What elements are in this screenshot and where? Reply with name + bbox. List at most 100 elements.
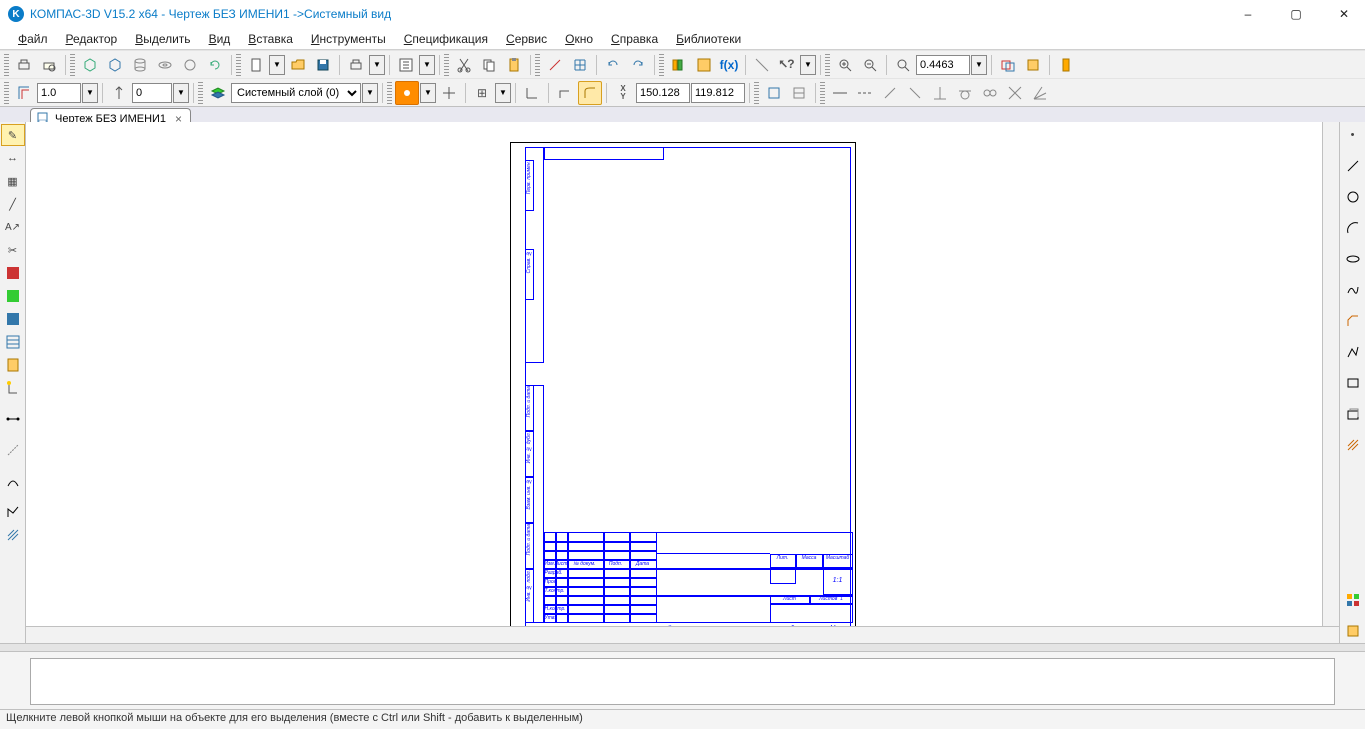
menu-insert[interactable]: Вставка (240, 30, 301, 48)
fx-button[interactable]: f(x) (717, 53, 741, 77)
menu-service[interactable]: Сервис (498, 30, 555, 48)
cut-button[interactable] (452, 53, 476, 77)
arc-icon[interactable] (1341, 217, 1365, 239)
segment-icon[interactable] (1341, 155, 1365, 177)
step-lock-button[interactable] (107, 81, 131, 105)
properties-button[interactable] (394, 53, 418, 77)
tangent3-button[interactable] (1003, 81, 1027, 105)
multiline-tool[interactable] (1, 501, 25, 523)
grid-toggle-button[interactable] (568, 53, 592, 77)
save-button[interactable] (311, 53, 335, 77)
grip[interactable] (236, 54, 241, 76)
layer-icon-button[interactable] (206, 81, 230, 105)
grip[interactable] (387, 82, 392, 104)
line-style4-button[interactable] (903, 81, 927, 105)
grid-button[interactable]: ⊞ (470, 81, 494, 105)
report-tool[interactable] (1, 354, 25, 376)
coord-y-input[interactable] (691, 83, 745, 103)
scale-input[interactable] (37, 83, 81, 103)
menu-file[interactable]: Файл (10, 30, 56, 48)
insert-tool[interactable] (1, 377, 25, 399)
line-style2-button[interactable] (853, 81, 877, 105)
canvas[interactable]: Перв. примен. Справ. № Подп. и дата Инв.… (26, 122, 1339, 643)
circle-icon[interactable] (1341, 186, 1365, 208)
zoom-out-button[interactable] (858, 53, 882, 77)
paste-button[interactable] (502, 53, 526, 77)
print-button[interactable] (12, 53, 36, 77)
print-dropdown[interactable]: ▼ (369, 55, 385, 75)
help-dropdown[interactable]: ▼ (800, 55, 816, 75)
axis-button[interactable] (437, 81, 461, 105)
view-button[interactable] (762, 81, 786, 105)
spec-tool[interactable] (1, 331, 25, 353)
open-button[interactable] (286, 53, 310, 77)
grip[interactable] (535, 54, 540, 76)
more-tools-icon[interactable] (1341, 589, 1365, 611)
cylinder-button[interactable] (128, 53, 152, 77)
help-pointer-button[interactable]: ⭦? (775, 53, 799, 77)
close-button[interactable]: ✕ (1331, 3, 1357, 25)
origin-button[interactable] (520, 81, 544, 105)
measure-button[interactable] (750, 53, 774, 77)
zoom-in-button[interactable] (833, 53, 857, 77)
grip[interactable] (444, 54, 449, 76)
expand-icon[interactable] (1341, 620, 1365, 642)
menu-editor[interactable]: Редактор (58, 30, 126, 48)
new-button[interactable] (244, 53, 268, 77)
dimension-tool[interactable]: ↔ (1, 147, 25, 169)
refresh-button[interactable] (203, 53, 227, 77)
ortho-button[interactable] (553, 81, 577, 105)
scrollbar-vertical[interactable] (1322, 122, 1339, 626)
grip[interactable] (4, 54, 9, 76)
zoom-all-button[interactable] (1021, 53, 1045, 77)
spline-icon[interactable] (1341, 279, 1365, 301)
print2-button[interactable] (344, 53, 368, 77)
tangent2-button[interactable] (978, 81, 1002, 105)
hatch2-icon[interactable] (1341, 434, 1365, 456)
zoom-dropdown[interactable]: ▼ (971, 55, 987, 75)
copy-button[interactable] (477, 53, 501, 77)
perp-button[interactable] (928, 81, 952, 105)
menu-spec[interactable]: Спецификация (396, 30, 496, 48)
grip[interactable] (659, 54, 664, 76)
menu-window[interactable]: Окно (557, 30, 601, 48)
point-tool[interactable]: ✎ (1, 124, 25, 146)
polyline-icon[interactable] (1341, 341, 1365, 363)
line-tool[interactable] (1, 408, 25, 430)
box3d-button[interactable] (78, 53, 102, 77)
line-style1-button[interactable] (828, 81, 852, 105)
edit-tool[interactable]: ✂ (1, 239, 25, 261)
maximize-button[interactable]: ▢ (1283, 3, 1309, 25)
aux-line-tool[interactable] (1, 439, 25, 461)
point-icon[interactable]: • (1341, 124, 1365, 146)
sphere-button[interactable] (178, 53, 202, 77)
command-input[interactable] (30, 658, 1335, 705)
aux-tool[interactable]: ╱ (1, 193, 25, 215)
properties-dropdown[interactable]: ▼ (419, 55, 435, 75)
variables-button[interactable] (692, 53, 716, 77)
step-dropdown[interactable]: ▼ (173, 83, 189, 103)
redo-button[interactable] (626, 53, 650, 77)
pan-button[interactable] (1054, 53, 1078, 77)
scale-dropdown[interactable]: ▼ (82, 83, 98, 103)
ellipse-icon[interactable] (1341, 248, 1365, 270)
arc-tool[interactable] (1, 470, 25, 492)
hatch-tool[interactable]: ▦ (1, 170, 25, 192)
rect-icon[interactable] (1341, 372, 1365, 394)
xy-button[interactable]: XY (611, 81, 635, 105)
box3d2-button[interactable] (103, 53, 127, 77)
chamfer-icon[interactable] (1341, 310, 1365, 332)
brush-button[interactable] (543, 53, 567, 77)
round-button[interactable] (578, 81, 602, 105)
line-style3-button[interactable] (878, 81, 902, 105)
undo-button[interactable] (601, 53, 625, 77)
measure-tool[interactable] (1, 285, 25, 307)
view2-button[interactable] (787, 81, 811, 105)
zoom-area-button[interactable] (891, 53, 915, 77)
grip[interactable] (754, 82, 759, 104)
zoom-input[interactable] (916, 55, 970, 75)
layer-manage-button[interactable]: ▼ (362, 83, 378, 103)
scrollbar-horizontal[interactable] (26, 626, 1339, 643)
torus-button[interactable] (153, 53, 177, 77)
grip[interactable] (820, 82, 825, 104)
